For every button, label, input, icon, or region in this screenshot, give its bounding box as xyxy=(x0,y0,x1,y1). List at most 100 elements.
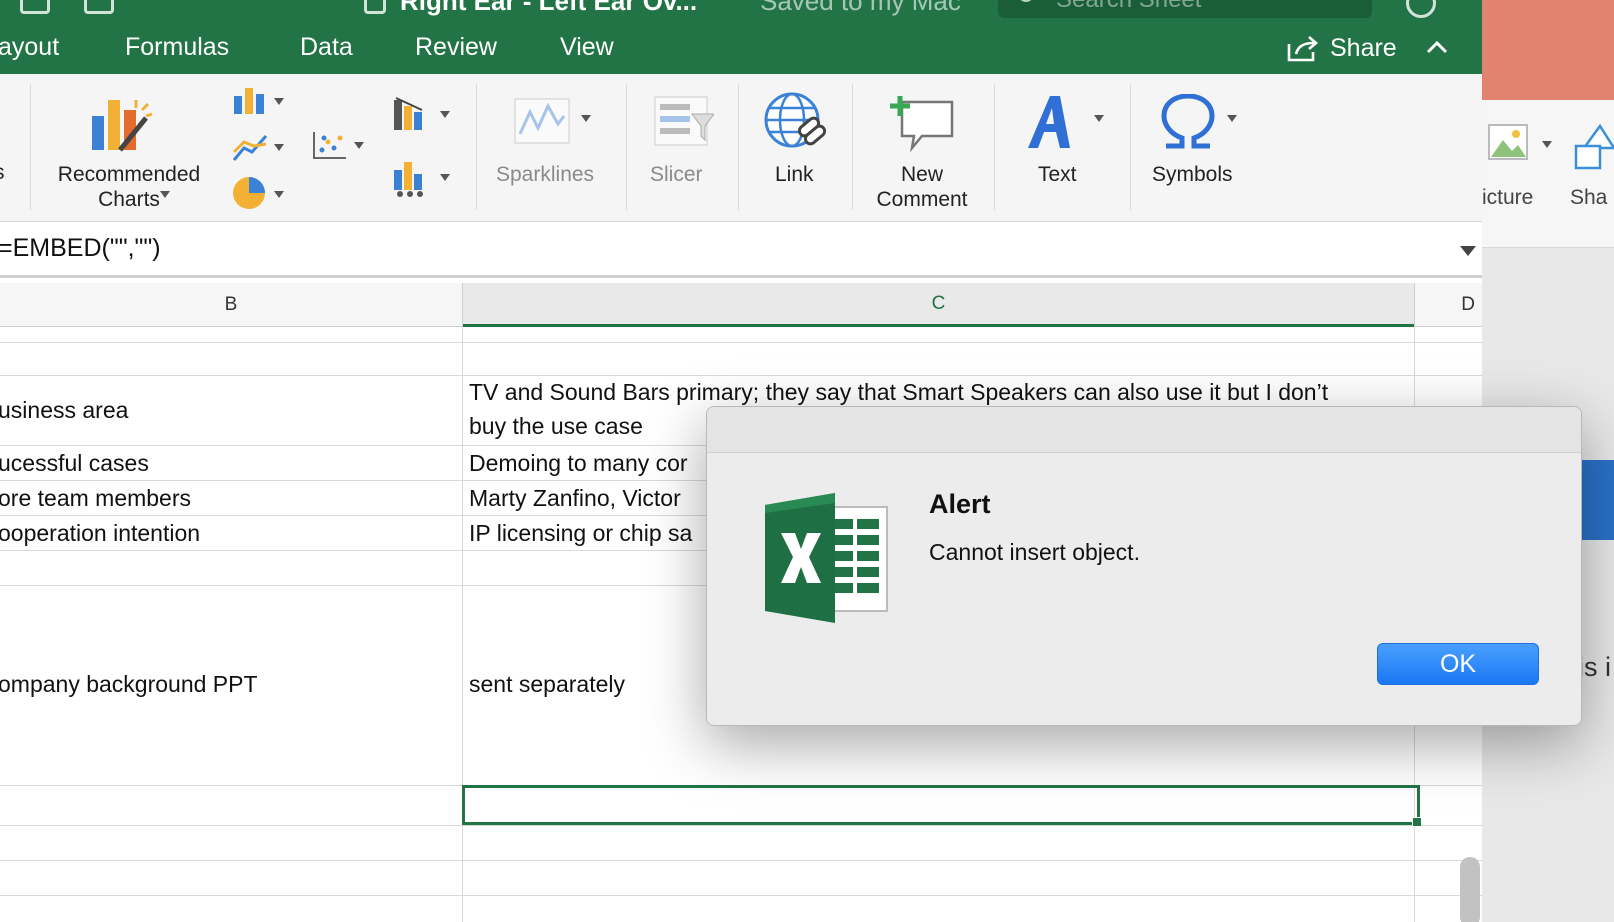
background-document-text: is i xyxy=(1578,652,1611,682)
title-bar: Right Ear - Left Ear Ov... Saved to my M… xyxy=(0,0,1482,22)
formula-content[interactable]: =EMBED("","") xyxy=(0,234,161,263)
recommended-charts-label-line2: Charts xyxy=(98,188,160,211)
sparklines-caret-icon[interactable] xyxy=(581,115,591,122)
tab-data[interactable]: Data xyxy=(300,33,353,62)
ribbon-tab-bar: ayout Formulas Data Review View Share xyxy=(0,22,1482,74)
ribbon-insert-panel: s Recommended Charts xyxy=(0,74,1482,222)
gridline xyxy=(0,860,1482,861)
cell-c-business-area-line1[interactable]: TV and Sound Bars primary; they say that… xyxy=(469,375,1328,409)
cell-c-cooperation[interactable]: IP licensing or chip sa xyxy=(469,516,692,550)
column-header-row: B C D xyxy=(0,283,1482,327)
link-icon[interactable] xyxy=(764,92,826,150)
excel-app-icon xyxy=(765,493,888,623)
alert-dialog: Alert Cannot insert object. OK xyxy=(706,406,1582,726)
recommended-charts-icon[interactable] xyxy=(90,96,152,154)
tab-page-layout[interactable]: ayout xyxy=(0,33,59,62)
cell-c-business-area-line2[interactable]: buy the use case xyxy=(469,409,643,443)
alert-titlebar xyxy=(707,407,1581,453)
alert-message: Cannot insert object. xyxy=(929,539,1140,565)
ribbon-separator xyxy=(626,84,627,210)
pie-chart-caret-icon[interactable] xyxy=(274,191,284,198)
formula-bar[interactable]: =EMBED("","") xyxy=(0,222,1482,278)
ribbon-separator xyxy=(30,84,31,210)
fill-handle[interactable] xyxy=(1412,817,1422,827)
background-blue-block xyxy=(1580,460,1614,540)
background-ribbon: icture Sha xyxy=(1482,100,1614,248)
pie-chart-icon[interactable] xyxy=(232,176,266,210)
selected-cell[interactable] xyxy=(462,785,1420,825)
ribbon-separator xyxy=(738,84,739,210)
column-chart-caret-icon[interactable] xyxy=(274,98,284,105)
omega-symbol-icon[interactable] xyxy=(1160,94,1216,150)
tab-view[interactable]: View xyxy=(560,33,614,62)
collapse-ribbon-icon[interactable] xyxy=(1426,40,1448,54)
share-icon xyxy=(1287,36,1318,62)
waterfall-chart-caret-icon[interactable] xyxy=(440,111,450,118)
ribbon-separator xyxy=(1130,84,1131,210)
recommended-charts-label[interactable]: Recommended Charts xyxy=(50,162,208,212)
link-label[interactable]: Link xyxy=(775,162,814,187)
new-comment-label[interactable]: New Comment xyxy=(870,162,974,212)
cell-c-core-team[interactable]: Marty Zanfino, Victor xyxy=(469,481,681,515)
new-comment-label-line2: Comment xyxy=(876,188,968,211)
sparklines-label[interactable]: Sparklines xyxy=(496,162,594,187)
ribbon-separator xyxy=(852,84,853,210)
cell-b-successful-cases[interactable]: ucessful cases xyxy=(0,446,149,480)
document-icon xyxy=(364,0,386,14)
new-comment-icon[interactable] xyxy=(890,94,954,152)
gridline xyxy=(462,327,463,922)
shapes-label[interactable]: Sha xyxy=(1570,186,1607,210)
recommended-charts-label-line1: Recommended xyxy=(57,163,201,186)
sidebar-toggle-icon[interactable] xyxy=(20,0,50,14)
other-charts-caret-icon[interactable] xyxy=(440,174,450,181)
symbols-caret-icon[interactable] xyxy=(1227,115,1237,122)
column-chart-icon[interactable] xyxy=(232,86,268,114)
column-header-c[interactable]: C xyxy=(463,283,1414,327)
sparklines-icon[interactable] xyxy=(514,98,570,144)
cell-b-business-area[interactable]: usiness area xyxy=(0,393,128,427)
vertical-scrollbar[interactable] xyxy=(1460,857,1480,922)
slicer-label[interactable]: Slicer xyxy=(650,162,703,187)
scatter-chart-caret-icon[interactable] xyxy=(354,142,364,149)
line-chart-caret-icon[interactable] xyxy=(274,144,284,151)
document-title: Right Ear - Left Ear Ov... xyxy=(400,0,698,16)
search-sheet-input[interactable]: Search Sheet xyxy=(998,0,1372,18)
cell-b-cooperation[interactable]: ooperation intention xyxy=(0,516,200,550)
cell-b-core-team[interactable]: ore team members xyxy=(0,481,191,515)
tab-review[interactable]: Review xyxy=(415,33,497,62)
text-label[interactable]: Text xyxy=(1038,162,1077,187)
text-caret-icon[interactable] xyxy=(1094,115,1104,122)
account-icon[interactable] xyxy=(1406,0,1436,18)
search-icon xyxy=(1018,0,1034,2)
gridline xyxy=(0,825,1482,826)
symbols-label[interactable]: Symbols xyxy=(1152,162,1233,187)
cell-c-company-background[interactable]: sent separately xyxy=(469,667,625,701)
gridline xyxy=(0,342,1482,343)
tab-formulas[interactable]: Formulas xyxy=(125,33,229,62)
ok-button[interactable]: OK xyxy=(1377,643,1539,685)
formula-bar-expand-icon[interactable] xyxy=(1460,246,1476,256)
ribbon-separator xyxy=(476,84,477,210)
shapes-icon xyxy=(1574,123,1614,170)
gridline xyxy=(0,895,1482,896)
cell-c-successful-cases[interactable]: Demoing to many cor xyxy=(469,446,688,480)
slicer-icon[interactable] xyxy=(654,96,714,146)
waterfall-chart-icon[interactable] xyxy=(392,96,430,130)
line-chart-icon[interactable] xyxy=(232,132,268,162)
column-header-d[interactable]: D xyxy=(1415,283,1482,327)
new-comment-label-line1: New xyxy=(900,163,943,186)
column-header-b[interactable]: B xyxy=(0,283,462,327)
save-icon[interactable] xyxy=(84,0,114,14)
share-label: Share xyxy=(1330,33,1397,62)
picture-label[interactable]: icture xyxy=(1482,186,1533,210)
save-status: Saved to my Mac xyxy=(760,0,961,16)
share-button[interactable]: Share xyxy=(1286,32,1397,64)
search-placeholder: Search Sheet xyxy=(1056,0,1201,14)
other-charts-icon[interactable] xyxy=(392,160,430,198)
background-titlebar xyxy=(1482,0,1614,100)
text-box-icon[interactable] xyxy=(1026,94,1078,150)
scatter-chart-icon[interactable] xyxy=(312,130,348,160)
alert-title: Alert xyxy=(929,489,991,519)
cell-b-company-background[interactable]: ompany background PPT xyxy=(0,667,258,701)
picture-caret-icon xyxy=(1542,141,1552,148)
